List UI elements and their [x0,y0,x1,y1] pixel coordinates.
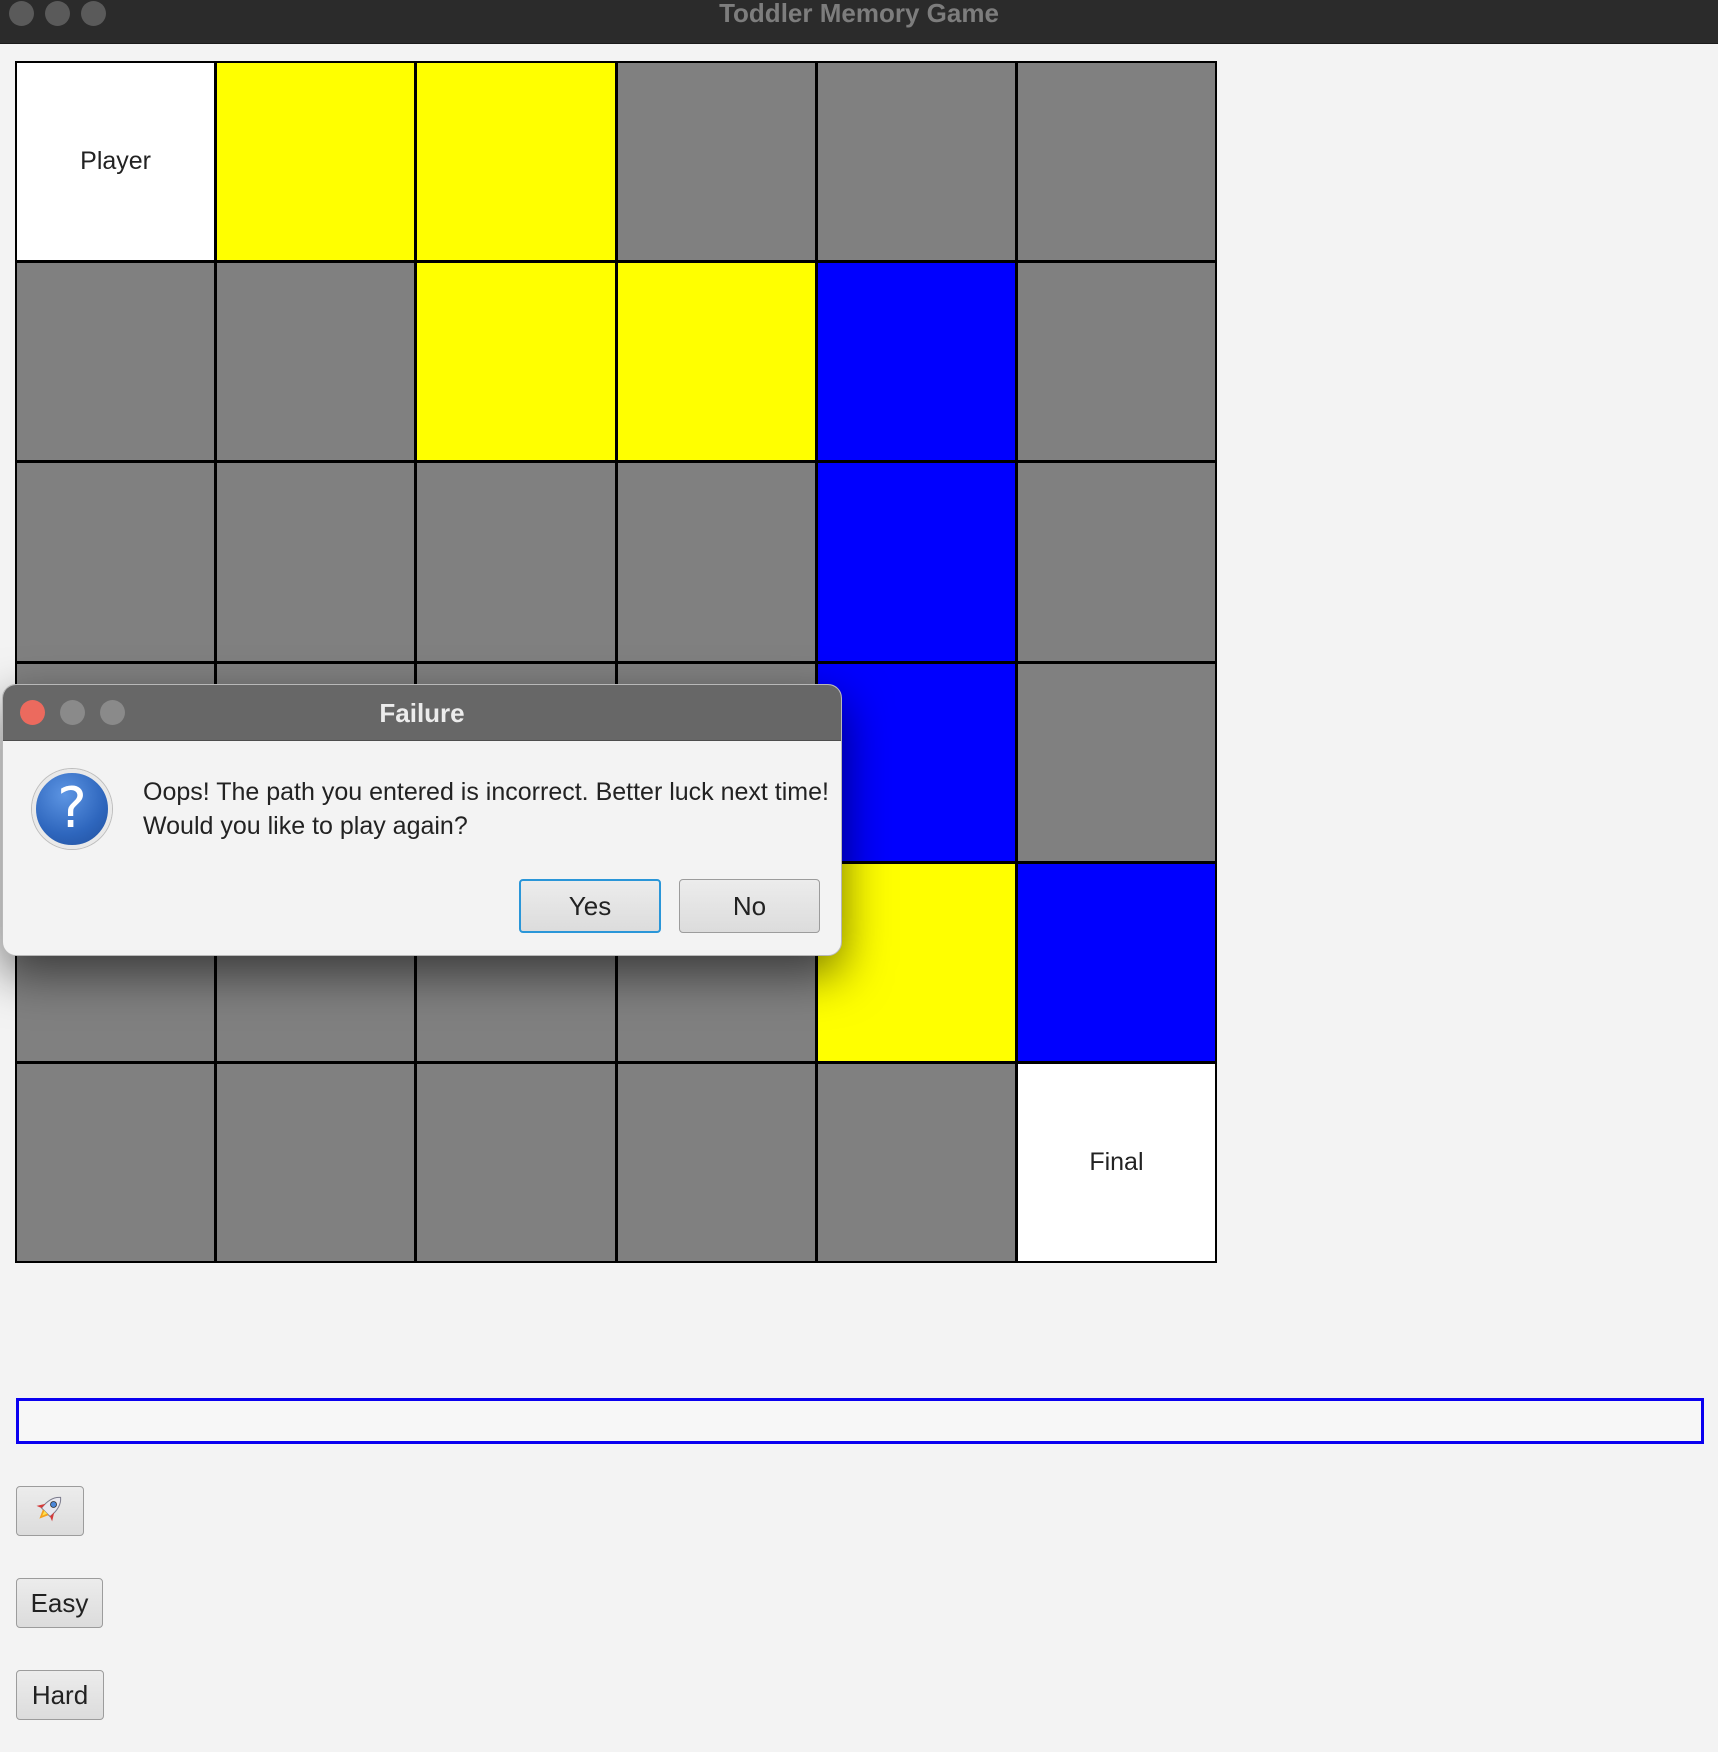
final-cell[interactable]: Final [1017,1063,1215,1261]
game-board: Player Final [15,61,1217,1263]
yes-button[interactable]: Yes [519,879,661,933]
board-cell[interactable] [217,263,415,461]
board-cell[interactable] [1017,263,1215,461]
rocket-icon [32,1490,68,1533]
question-icon: ? [32,769,112,849]
board-cell[interactable] [617,263,815,461]
board-cell[interactable] [217,463,415,661]
board-cell[interactable] [817,263,1015,461]
dialog-titlebar: Failure [3,685,841,741]
board-cell[interactable] [817,863,1015,1061]
failure-dialog: Failure ? Oops! The path you entered is … [2,684,842,956]
board-cell[interactable] [817,463,1015,661]
easy-button[interactable]: Easy [16,1578,103,1628]
board-cell[interactable] [1017,663,1215,861]
hard-button[interactable]: Hard [16,1670,104,1720]
path-input[interactable] [16,1398,1704,1444]
dialog-message-line2: Would you like to play again? [143,812,468,840]
board-cell[interactable] [617,463,815,661]
board-cell[interactable] [217,63,415,261]
dialog-message-line1: Oops! The path you entered is incorrect.… [143,778,829,806]
board-cell[interactable] [417,463,615,661]
board-cell[interactable] [817,63,1015,261]
board-cell[interactable] [817,663,1015,861]
board-cell[interactable] [417,263,615,461]
board-cell[interactable] [1017,463,1215,661]
dialog-title: Failure [379,698,465,728]
board-cell[interactable] [617,63,815,261]
player-cell[interactable]: Player [17,63,215,261]
dialog-message: Oops! The path you entered is incorrect.… [143,775,829,843]
board-cell[interactable] [417,1063,615,1261]
board-cell[interactable] [1017,63,1215,261]
board-cell[interactable] [17,1063,215,1261]
board-cell[interactable] [17,263,215,461]
rocket-button[interactable] [16,1486,84,1536]
board-cell[interactable] [17,463,215,661]
no-button[interactable]: No [679,879,820,933]
board-cell[interactable] [417,63,615,261]
window-titlebar: Toddler Memory Game [0,0,1718,44]
board-cell[interactable] [217,1063,415,1261]
board-cell[interactable] [1017,863,1215,1061]
window-title: Toddler Memory Game [719,0,999,28]
board-cell[interactable] [617,1063,815,1261]
board-cell[interactable] [817,1063,1015,1261]
